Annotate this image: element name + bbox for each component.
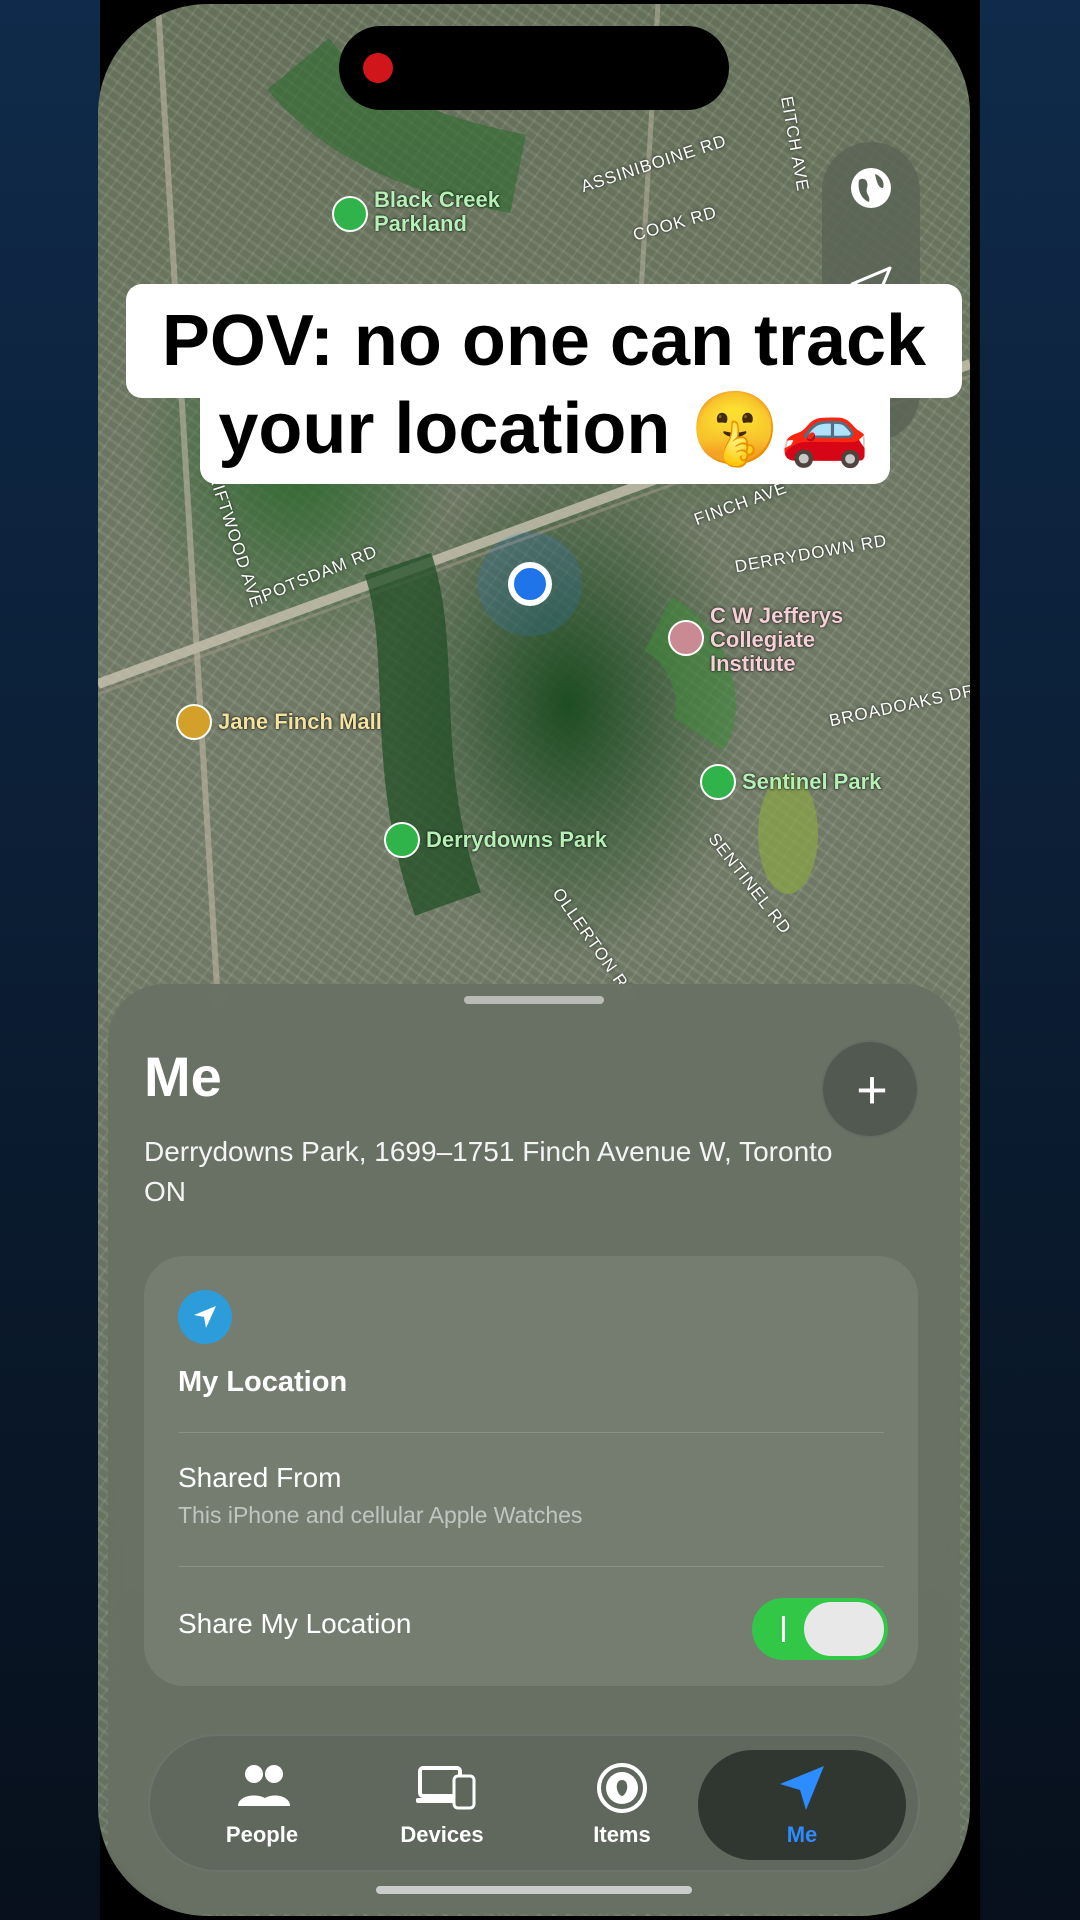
shared-from-row[interactable]: Shared From: [178, 1462, 341, 1494]
add-button[interactable]: +: [821, 1040, 919, 1138]
sheet-grabber[interactable]: [464, 996, 604, 1004]
dynamic-island: [339, 26, 729, 110]
items-icon: [597, 1763, 647, 1813]
tab-devices[interactable]: Devices: [352, 1736, 532, 1870]
toggle-knob: [804, 1602, 884, 1656]
caption-line-2: your location 🤫🚗: [218, 389, 870, 469]
home-indicator[interactable]: [376, 1886, 692, 1894]
tab-label: People: [225, 1822, 299, 1847]
tab-label: Devices: [400, 1822, 484, 1847]
location-arrow-icon: [780, 1766, 824, 1810]
sheet-title: Me: [144, 1045, 222, 1108]
divider: [178, 1566, 884, 1567]
my-location-card: My Location Shared From This iPhone and …: [144, 1256, 918, 1686]
tab-bar: People Devices Items Me: [148, 1734, 920, 1872]
park-icon[interactable]: [332, 196, 368, 232]
background-left: [0, 0, 100, 1920]
me-sheet: Me + Derrydowns Park, 1699–1751 Finch Av…: [108, 984, 960, 1914]
plus-icon: +: [856, 1060, 888, 1120]
share-location-toggle[interactable]: [752, 1598, 888, 1660]
place-jane-finch[interactable]: Jane Finch Mall: [218, 710, 382, 734]
my-location-label: My Location: [178, 1366, 348, 1398]
place-sentinel-park[interactable]: Sentinel Park: [742, 770, 881, 794]
tab-items[interactable]: Items: [532, 1736, 712, 1870]
globe-icon[interactable]: [849, 166, 893, 210]
location-arrow-icon: [178, 1290, 232, 1344]
current-location-pin[interactable]: [508, 562, 552, 606]
place-derrydowns[interactable]: Derrydowns Park: [426, 828, 607, 852]
tab-me[interactable]: Me: [698, 1750, 906, 1860]
caption-line-1: POV: no one can track: [161, 301, 927, 381]
place-black-creek[interactable]: Black Creek Parkland: [374, 188, 500, 236]
share-my-location-label: Share My Location: [178, 1608, 412, 1639]
video-caption: POV: no one can track your location 🤫🚗: [126, 284, 962, 484]
recording-indicator: [363, 53, 393, 83]
tab-people[interactable]: People: [172, 1736, 352, 1870]
park-icon[interactable]: [384, 822, 420, 858]
park-icon[interactable]: [700, 764, 736, 800]
devices-icon: [416, 1766, 476, 1810]
toggle-on-mark: [782, 1616, 785, 1642]
people-icon: [238, 1765, 290, 1806]
shared-from-detail: This iPhone and cellular Apple Watches: [178, 1502, 583, 1528]
shopping-icon[interactable]: [176, 704, 212, 740]
divider: [178, 1432, 884, 1433]
place-jefferys[interactable]: C W Jefferys Collegiate Institute: [710, 604, 843, 676]
background-right: [980, 0, 1080, 1920]
tab-label: Me: [786, 1822, 818, 1847]
school-icon[interactable]: [668, 620, 704, 656]
tab-label: Items: [593, 1822, 651, 1847]
current-address: Derrydowns Park, 1699–1751 Finch Avenue …: [144, 1136, 833, 1207]
